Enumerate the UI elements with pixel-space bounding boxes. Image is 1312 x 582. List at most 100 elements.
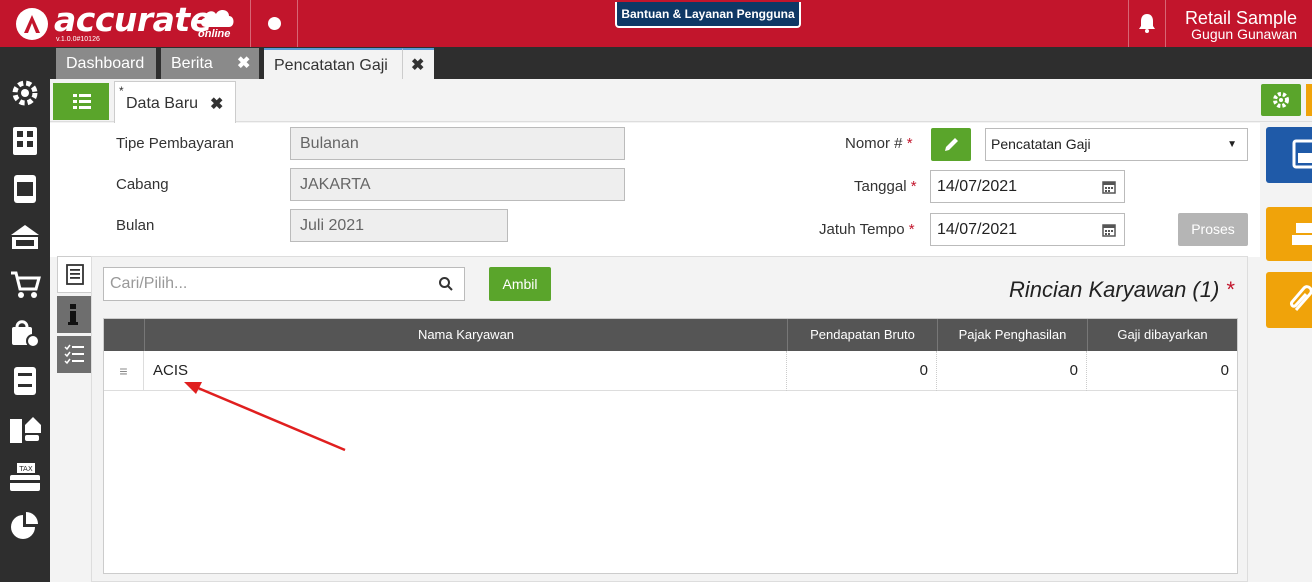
tipe-pembayaran-field[interactable]: Bulanan bbox=[290, 127, 625, 160]
tab-berita[interactable]: Berita ✖ bbox=[161, 48, 259, 79]
building-icon[interactable] bbox=[9, 125, 41, 157]
header-handle-column bbox=[104, 319, 144, 351]
shopping-bag-icon[interactable] bbox=[9, 317, 41, 349]
bruto-cell[interactable]: 0 bbox=[787, 351, 937, 391]
tanggal-value: 14/07/2021 bbox=[937, 178, 1018, 195]
gaji-cell[interactable]: 0 bbox=[1087, 351, 1237, 391]
cabang-label: Cabang bbox=[116, 176, 169, 193]
nomor-select-value: Pencatatan Gaji bbox=[991, 136, 1091, 152]
cabinet-icon[interactable] bbox=[9, 365, 41, 397]
settings-gear-icon[interactable] bbox=[9, 77, 41, 109]
tab-label: Berita bbox=[171, 55, 213, 72]
jatuh-tempo-label: Jatuh Tempo * bbox=[819, 221, 915, 238]
save-button[interactable] bbox=[1266, 127, 1312, 183]
bell-icon[interactable] bbox=[1138, 13, 1156, 33]
tab-label: Dashboard bbox=[66, 55, 145, 72]
logo-text: accurate bbox=[54, 0, 212, 39]
gear-icon bbox=[1273, 92, 1289, 108]
pencil-icon bbox=[945, 138, 958, 151]
ambil-button[interactable]: Ambil bbox=[489, 267, 551, 301]
top-bar: accurate online v.1.0.0#10126 Bantuan & … bbox=[0, 0, 1312, 47]
employee-table: Nama Karyawan Pendapatan Bruto Pajak Pen… bbox=[103, 318, 1238, 574]
divider bbox=[1165, 0, 1166, 47]
jatuh-tempo-value: 14/07/2021 bbox=[937, 221, 1018, 238]
info-icon bbox=[68, 304, 78, 325]
cloud-icon bbox=[200, 10, 234, 27]
document-icon bbox=[66, 264, 84, 285]
tax-icon[interactable]: TAX bbox=[9, 461, 41, 493]
settings-button[interactable] bbox=[1261, 84, 1301, 116]
jatuh-tempo-field[interactable]: 14/07/2021 bbox=[930, 213, 1125, 246]
column-header[interactable]: Pendapatan Bruto bbox=[787, 319, 937, 351]
logo-online-text: online bbox=[198, 28, 231, 40]
assets-icon[interactable] bbox=[9, 413, 41, 445]
header-form: Tipe Pembayaran Bulanan Cabang JAKARTA B… bbox=[50, 123, 1260, 257]
search-icon[interactable] bbox=[438, 276, 454, 292]
pajak-cell[interactable]: 0 bbox=[937, 351, 1087, 391]
more-button[interactable] bbox=[1306, 84, 1312, 116]
list-icon bbox=[73, 94, 91, 109]
close-icon[interactable]: ✖ bbox=[411, 50, 424, 81]
attachment-button[interactable] bbox=[1266, 272, 1312, 328]
dropdown-arrow-icon: ▼ bbox=[1227, 139, 1237, 150]
drag-handle-icon[interactable]: ≡ bbox=[104, 351, 144, 391]
proses-button[interactable]: Proses bbox=[1178, 213, 1248, 246]
employee-name-cell[interactable]: ACIS bbox=[144, 351, 787, 391]
sub-toolbar: * Data Baru ✖ bbox=[50, 79, 1312, 123]
nomor-label: Nomor # * bbox=[845, 135, 913, 152]
tab-label: Data Baru bbox=[126, 95, 199, 112]
tab-info[interactable] bbox=[57, 296, 91, 333]
calendar-icon[interactable] bbox=[1102, 223, 1116, 237]
help-button[interactable]: Bantuan & Layanan Pengguna bbox=[615, 2, 801, 28]
search-input[interactable]: Cari/Pilih... bbox=[103, 267, 465, 301]
ledger-icon[interactable] bbox=[9, 173, 41, 205]
close-icon[interactable]: ✖ bbox=[237, 48, 250, 79]
tab-detail-items[interactable] bbox=[57, 256, 91, 293]
logo[interactable]: accurate online v.1.0.0#10126 bbox=[0, 0, 250, 47]
column-header[interactable]: Nama Karyawan bbox=[144, 319, 787, 351]
column-header[interactable]: Pajak Penghasilan bbox=[937, 319, 1087, 351]
bank-icon[interactable] bbox=[9, 221, 41, 253]
detail-vertical-tabs bbox=[57, 256, 91, 376]
print-button[interactable] bbox=[1266, 207, 1312, 261]
tanggal-field[interactable]: 14/07/2021 bbox=[930, 170, 1125, 203]
unsaved-marker: * bbox=[119, 84, 124, 98]
print-icon bbox=[1292, 223, 1312, 245]
main-content: * Data Baru ✖ Tipe Pembayaran Bulanan Ca… bbox=[50, 79, 1312, 582]
divider bbox=[1128, 0, 1129, 47]
table-row[interactable]: ≡ ACIS 0 0 0 bbox=[104, 351, 1237, 391]
pie-chart-icon[interactable] bbox=[9, 509, 41, 541]
tab-bar: Dashboard Berita ✖ Pencatatan Gaji ✖ bbox=[50, 47, 1312, 79]
bulan-field[interactable]: Juli 2021 bbox=[290, 209, 508, 242]
section-title: Rincian Karyawan (1) * bbox=[1009, 277, 1234, 302]
search-placeholder: Cari/Pilih... bbox=[110, 275, 188, 292]
tanggal-label: Tanggal * bbox=[854, 178, 917, 195]
version-text: v.1.0.0#10126 bbox=[56, 36, 100, 43]
tab-dashboard[interactable]: Dashboard bbox=[56, 48, 156, 79]
tipe-pembayaran-label: Tipe Pembayaran bbox=[116, 135, 234, 152]
calendar-icon[interactable] bbox=[1102, 180, 1116, 194]
logo-mark-icon bbox=[16, 8, 48, 40]
status-dot-icon[interactable] bbox=[268, 17, 281, 30]
user-name[interactable]: Gugun Gunawan bbox=[1191, 26, 1297, 42]
edit-number-button[interactable] bbox=[931, 128, 971, 161]
divider bbox=[297, 0, 298, 47]
paperclip-icon bbox=[1290, 285, 1312, 311]
tab-checklist[interactable] bbox=[57, 336, 91, 373]
cart-icon[interactable] bbox=[9, 269, 41, 301]
close-icon[interactable]: ✖ bbox=[210, 94, 223, 114]
detail-panel: Cari/Pilih... Ambil Rincian Karyawan (1)… bbox=[91, 256, 1248, 582]
list-view-button[interactable] bbox=[53, 83, 109, 120]
column-header[interactable]: Gaji dibayarkan bbox=[1087, 319, 1237, 351]
checklist-icon bbox=[64, 344, 84, 365]
cabang-field[interactable]: JAKARTA bbox=[290, 168, 625, 201]
sidebar: TAX bbox=[0, 47, 50, 582]
tab-label: Pencatatan Gaji bbox=[274, 57, 388, 74]
svg-text:TAX: TAX bbox=[18, 465, 33, 473]
save-icon bbox=[1292, 139, 1312, 169]
nomor-select[interactable]: Pencatatan Gaji ▼ bbox=[985, 128, 1248, 161]
bulan-label: Bulan bbox=[116, 217, 155, 234]
divider bbox=[250, 0, 251, 47]
tab-data-baru[interactable]: * Data Baru ✖ bbox=[114, 81, 236, 123]
tab-close-button[interactable]: ✖ bbox=[402, 48, 434, 79]
